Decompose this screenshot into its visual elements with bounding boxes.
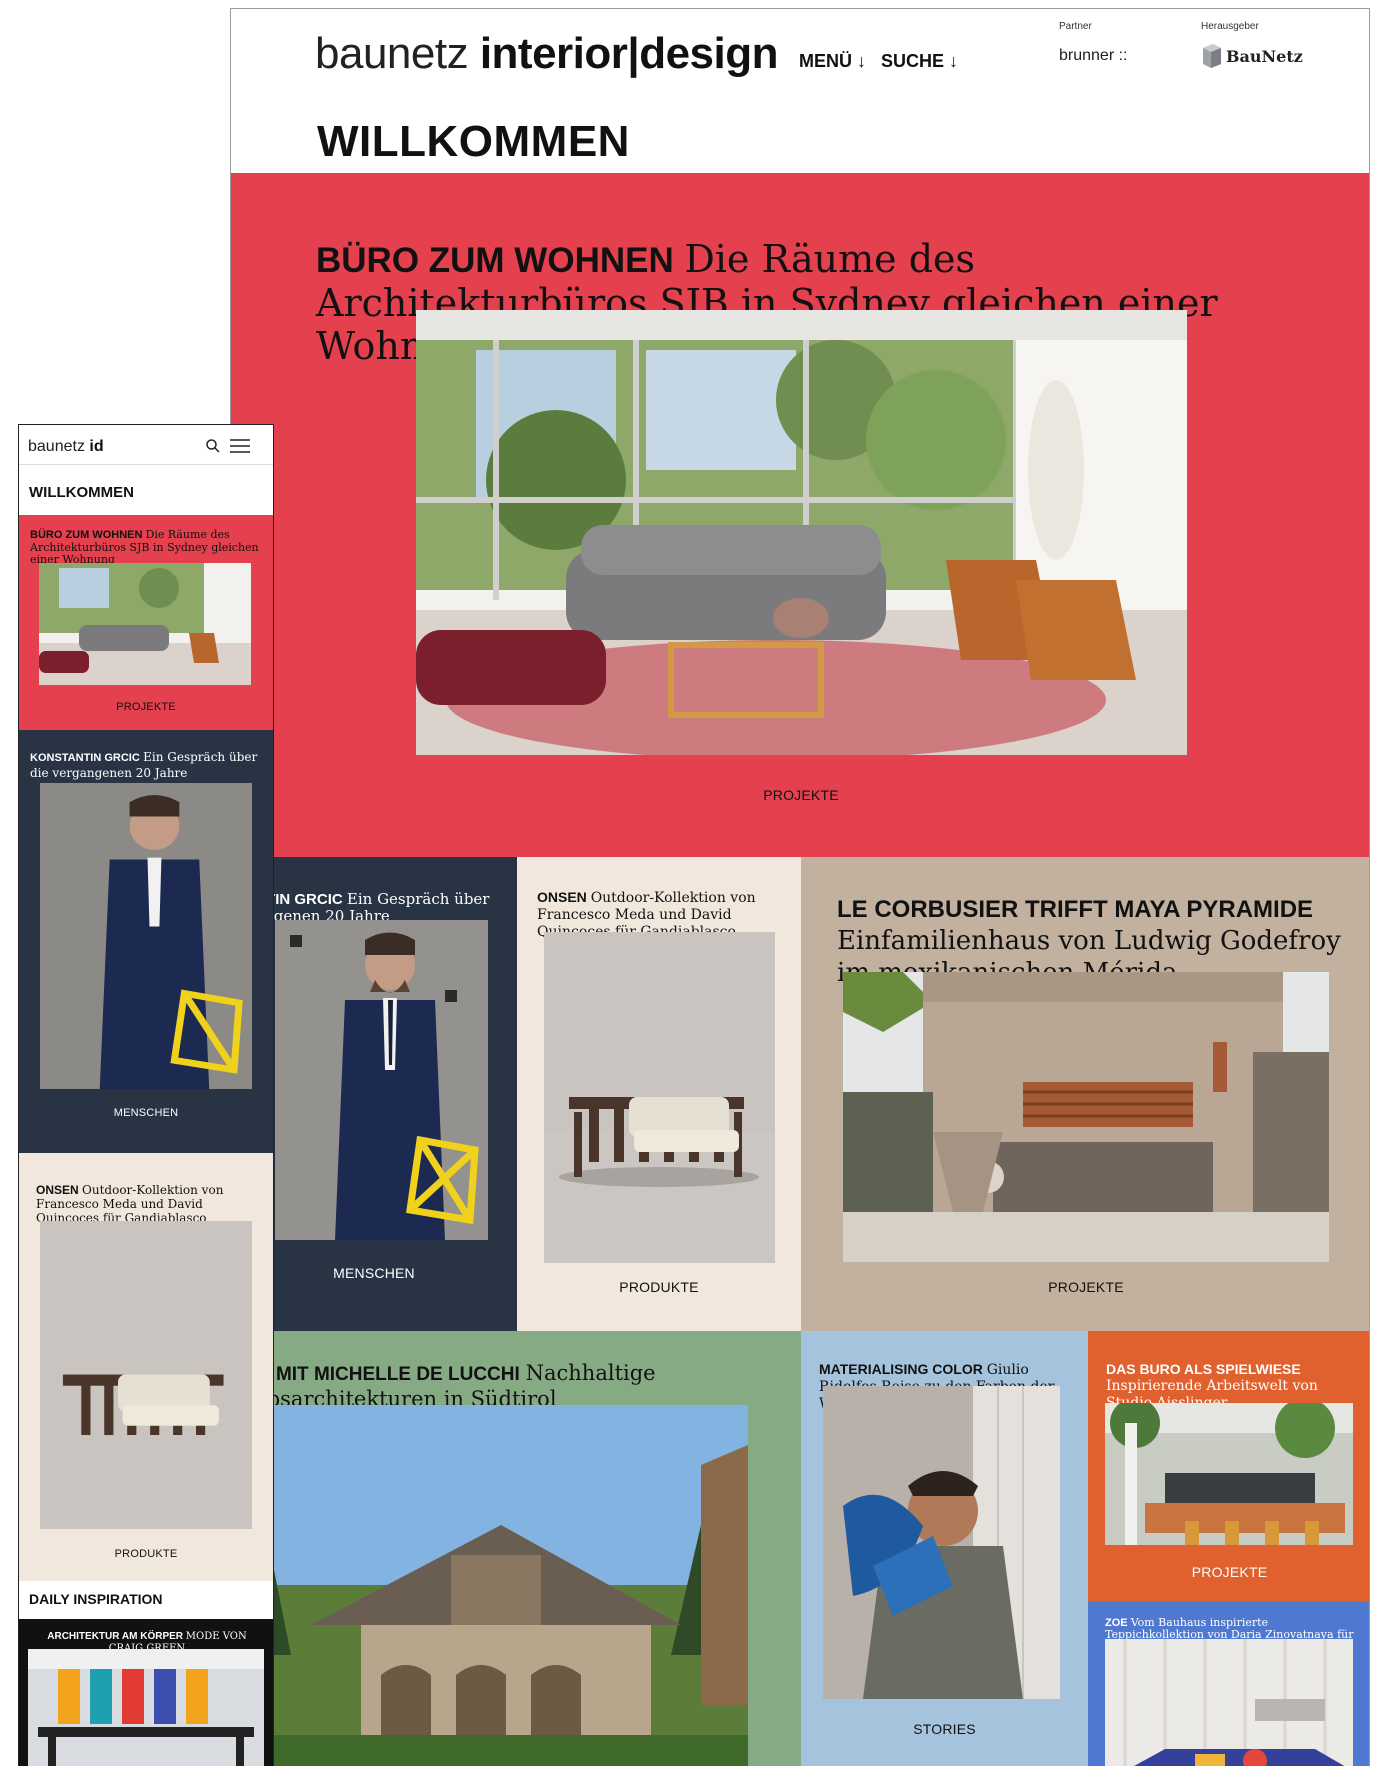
- logo-bold-text: interior|design: [479, 29, 779, 78]
- card-kicker: BÜRO ZUM WOHNEN: [30, 529, 143, 541]
- search-label: SUCHE: [881, 51, 945, 71]
- project-image-house-merida: [843, 972, 1329, 1262]
- card-image-armchair: [40, 1221, 252, 1529]
- card-category[interactable]: MENSCHEN: [19, 1107, 273, 1119]
- teaser-materialising-color[interactable]: MATERIALISING COLOR Giulio Ridolfos Reis…: [801, 1331, 1088, 1766]
- search-icon[interactable]: [205, 438, 221, 454]
- project-image-office-aisslinger: [1105, 1403, 1353, 1545]
- hero-image-living-room: [416, 310, 1187, 755]
- desktop-page: baunetz interior|design MENÜ ↓ SUCHE ↓ P…: [230, 8, 1370, 1766]
- teaser-michelle-de-lucchi[interactable]: FERIEN MIT MICHELLE DE LUCCHI Nachhaltig…: [231, 1331, 801, 1766]
- card-category[interactable]: PRODUKTE: [19, 1548, 273, 1560]
- page-title: WILLKOMMEN: [317, 117, 630, 166]
- product-image-armchair: [544, 932, 775, 1263]
- card-headline: ONSEN Outdoor-Kollektion von Francesco M…: [36, 1183, 266, 1225]
- story-image-giulio-ridolfo: [823, 1386, 1060, 1699]
- arrow-down-icon: ↓: [949, 51, 959, 71]
- menu-label: MENÜ: [799, 51, 852, 71]
- teaser-kicker: MATERIALISING COLOR: [819, 1361, 983, 1377]
- teaser-category[interactable]: STORIES: [801, 1721, 1088, 1737]
- menu-button[interactable]: MENÜ ↓: [799, 51, 866, 72]
- portrait-image-grcic: [275, 920, 488, 1240]
- site-logo[interactable]: baunetz interior|design: [315, 29, 779, 79]
- baunetz-cube-icon: [1203, 44, 1221, 68]
- publisher-name: BauNetz: [1226, 46, 1303, 66]
- teaser-onsen[interactable]: ONSEN Outdoor-Kollektion von Francesco M…: [517, 857, 801, 1331]
- partner-label: Partner: [1059, 21, 1092, 32]
- teaser-category[interactable]: PROJEKTE: [801, 1279, 1369, 1295]
- card-headline: KONSTANTIN GRCIC Ein Gespräch über die v…: [30, 750, 266, 781]
- hero-category[interactable]: PROJEKTE: [701, 787, 901, 803]
- publisher-label: Herausgeber: [1201, 21, 1259, 32]
- card-kicker: ARCHITEKTUR AM KÖRPER: [47, 1631, 184, 1642]
- logo-light-text: baunetz: [28, 438, 90, 455]
- card-image-grcic-portrait: [40, 783, 252, 1089]
- daily-inspiration-card[interactable]: ARCHITEKTUR AM KÖRPER MODE VON CRAIG GRE…: [19, 1619, 273, 1766]
- teaser-category[interactable]: PROJEKTE: [1088, 1564, 1369, 1580]
- teaser-le-corbusier[interactable]: LE CORBUSIER TRIFFT MAYA PYRAMIDE Einfam…: [801, 857, 1369, 1331]
- mobile-header: baunetz id: [19, 425, 273, 465]
- hero-teaser[interactable]: BÜRO ZUM WOHNEN Die Räume des Architektu…: [231, 173, 1369, 857]
- hero-kicker: BÜRO ZUM WOHNEN: [316, 241, 674, 280]
- teaser-buro-als-spielwiese[interactable]: DAS BURO ALS SPIELWIESE Inspirierende Ar…: [1088, 1331, 1369, 1602]
- logo-bold-text: id: [89, 438, 104, 455]
- mobile-page-title: WILLKOMMEN: [29, 484, 134, 501]
- project-image-south-tyrol-house: [231, 1405, 748, 1766]
- mobile-page: baunetz id WILLKOMMEN BÜRO ZUM WOHNEN Di…: [18, 424, 274, 1766]
- mobile-card-buro-zum-wohnen[interactable]: BÜRO ZUM WOHNEN Die Räume des Architektu…: [19, 515, 273, 730]
- mobile-card-konstantin-grcic[interactable]: KONSTANTIN GRCIC Ein Gespräch über die v…: [19, 730, 273, 1153]
- teaser-category[interactable]: PRODUKTE: [517, 1279, 801, 1295]
- card-kicker: ONSEN: [36, 1183, 79, 1197]
- card-headline: BÜRO ZUM WOHNEN Die Räume des Architektu…: [30, 528, 266, 567]
- teaser-kicker: DAS BURO ALS SPIELWIESE: [1106, 1361, 1301, 1377]
- partner-logo[interactable]: brunner ::: [1059, 47, 1127, 65]
- logo-light-text: baunetz: [315, 29, 480, 78]
- card-image-living-room: [39, 563, 251, 685]
- publisher-logo[interactable]: BauNetz: [1201, 41, 1303, 71]
- teaser-zoe[interactable]: ZOE Vom Bauhaus inspirierte Teppichkolle…: [1088, 1602, 1369, 1766]
- mobile-logo[interactable]: baunetz id: [28, 438, 104, 456]
- card-kicker: KONSTANTIN GRCIC: [30, 752, 140, 764]
- card-category[interactable]: PROJEKTE: [19, 701, 273, 713]
- search-button[interactable]: SUCHE ↓: [881, 51, 958, 72]
- card-image-fashion-installation: [28, 1649, 264, 1766]
- hamburger-menu-icon[interactable]: [230, 438, 250, 454]
- teaser-kicker: ONSEN: [537, 889, 587, 905]
- teaser-kicker: LE CORBUSIER TRIFFT MAYA PYRAMIDE: [837, 896, 1314, 923]
- mobile-card-onsen[interactable]: ONSEN Outdoor-Kollektion von Francesco M…: [19, 1153, 273, 1581]
- arrow-down-icon: ↓: [857, 51, 867, 71]
- product-image-rug-collection: [1105, 1639, 1353, 1766]
- daily-inspiration-title: DAILY INSPIRATION: [29, 1591, 163, 1607]
